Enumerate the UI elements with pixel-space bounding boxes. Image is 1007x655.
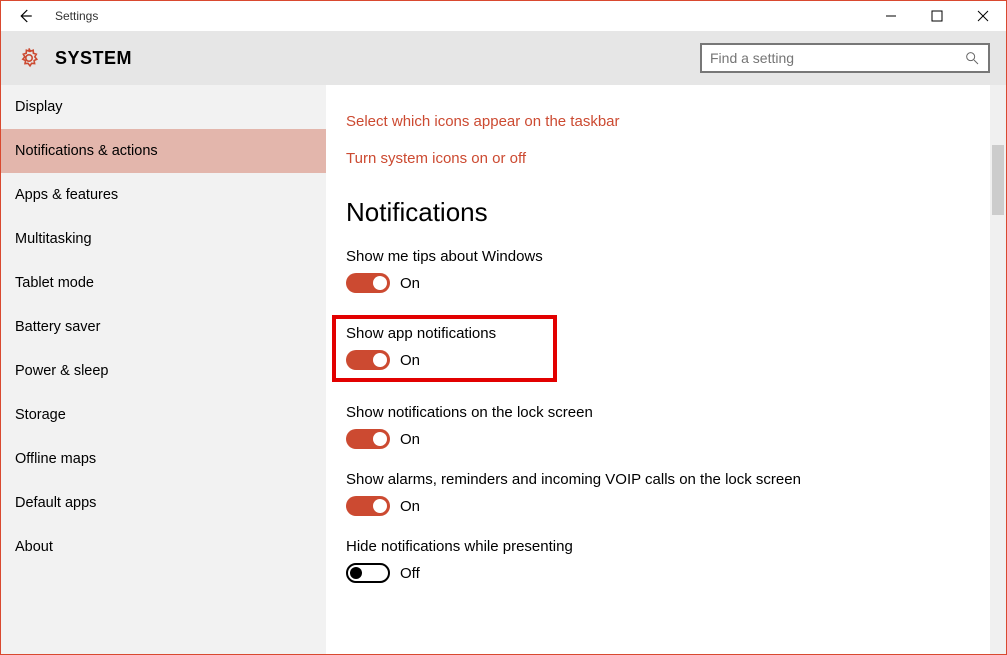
sidebar-item-battery-saver[interactable]: Battery saver: [1, 305, 326, 349]
toggle-state-label: On: [400, 498, 420, 515]
sidebar-item-offline-maps[interactable]: Offline maps: [1, 437, 326, 481]
search-icon: [964, 50, 980, 66]
sidebar-item-display[interactable]: Display: [1, 85, 326, 129]
sidebar-item-notifications-actions[interactable]: Notifications & actions: [1, 129, 326, 173]
link-taskbar-icons[interactable]: Select which icons appear on the taskbar: [346, 113, 966, 130]
setting-label: Show me tips about Windows: [346, 248, 966, 265]
toggle-state-label: On: [400, 431, 420, 448]
link-system-icons[interactable]: Turn system icons on or off: [346, 150, 966, 167]
search-input[interactable]: [710, 50, 964, 66]
setting-label: Show notifications on the lock screen: [346, 404, 966, 421]
close-button[interactable]: [960, 1, 1006, 31]
sidebar-item-default-apps[interactable]: Default apps: [1, 481, 326, 525]
scrollbar-thumb[interactable]: [992, 145, 1004, 215]
window-title: Settings: [55, 9, 98, 23]
window-controls: [868, 1, 1006, 31]
sidebar-item-apps-features[interactable]: Apps & features: [1, 173, 326, 217]
sidebar: DisplayNotifications & actionsApps & fea…: [1, 85, 326, 654]
minimize-icon: [885, 10, 897, 22]
maximize-button[interactable]: [914, 1, 960, 31]
setting-row: Show app notifications On: [346, 315, 966, 382]
minimize-button[interactable]: [868, 1, 914, 31]
sidebar-item-multitasking[interactable]: Multitasking: [1, 217, 326, 261]
content-pane: Select which icons appear on the taskbar…: [326, 85, 990, 654]
window-titlebar: Settings: [1, 1, 1006, 31]
sidebar-item-power-sleep[interactable]: Power & sleep: [1, 349, 326, 393]
close-icon: [977, 10, 989, 22]
maximize-icon: [931, 10, 943, 22]
setting-label: Hide notifications while presenting: [346, 538, 966, 555]
toggle-switch[interactable]: [346, 563, 390, 583]
gear-icon: [17, 46, 41, 70]
setting-row: Show me tips about Windows On: [346, 248, 966, 293]
toggle-state-label: On: [400, 352, 420, 369]
highlighted-setting: Show app notifications On: [332, 315, 557, 382]
sidebar-item-tablet-mode[interactable]: Tablet mode: [1, 261, 326, 305]
setting-label: Show app notifications: [346, 325, 543, 342]
page-header: SYSTEM: [1, 31, 1006, 85]
toggle-state-label: Off: [400, 565, 420, 582]
toggle-switch[interactable]: [346, 273, 390, 293]
toggle-switch[interactable]: [346, 350, 390, 370]
back-button[interactable]: [1, 1, 49, 31]
toggle-switch[interactable]: [346, 429, 390, 449]
scrollbar[interactable]: [990, 85, 1006, 654]
sidebar-item-about[interactable]: About: [1, 525, 326, 569]
setting-row: Show notifications on the lock screen On: [346, 404, 966, 449]
sidebar-item-storage[interactable]: Storage: [1, 393, 326, 437]
toggle-state-label: On: [400, 275, 420, 292]
settings-gear-icon: [13, 46, 45, 70]
setting-row: Show alarms, reminders and incoming VOIP…: [346, 471, 966, 516]
toggle-switch[interactable]: [346, 496, 390, 516]
setting-label: Show alarms, reminders and incoming VOIP…: [346, 471, 966, 488]
main-area: DisplayNotifications & actionsApps & fea…: [1, 85, 1006, 654]
arrow-left-icon: [16, 7, 34, 25]
setting-row: Hide notifications while presenting Off: [346, 538, 966, 583]
section-heading-notifications: Notifications: [346, 197, 966, 228]
page-title: SYSTEM: [55, 48, 132, 69]
search-box[interactable]: [700, 43, 990, 73]
